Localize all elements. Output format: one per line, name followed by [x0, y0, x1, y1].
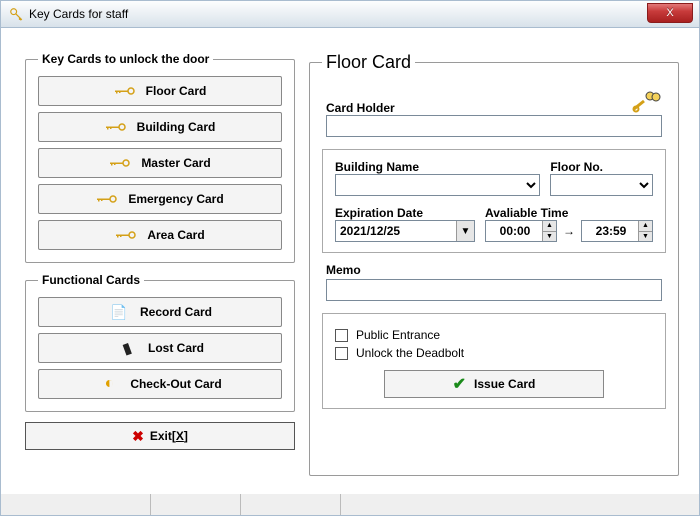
issue-card-button[interactable]: ✔ Issue Card: [384, 370, 604, 398]
public-entrance-checkbox[interactable]: [335, 329, 348, 342]
spin-up[interactable]: ▲: [638, 221, 652, 232]
card-holder-label: Card Holder: [326, 101, 395, 115]
public-entrance-label: Public Entrance: [356, 328, 440, 342]
unlock-deadbolt-checkbox[interactable]: [335, 347, 348, 360]
status-cell: [341, 494, 699, 515]
close-icon: X: [666, 7, 673, 19]
master-card-button[interactable]: Master Card: [38, 148, 282, 178]
memo-input[interactable]: [326, 279, 662, 301]
lost-icon: ▮: [114, 336, 140, 359]
status-cell: [241, 494, 341, 515]
floor-card-panel: Floor Card Card Holder Building Name: [309, 52, 679, 476]
record-icon: 📄: [108, 304, 130, 321]
close-button[interactable]: X: [647, 3, 693, 23]
group-functional: Functional Cards 📄 Record Card ▮ Lost Ca…: [25, 273, 295, 412]
people-key-icon: [630, 89, 662, 115]
spin-down[interactable]: ▼: [542, 232, 556, 242]
checkout-card-button[interactable]: ◐ Check-Out Card: [38, 369, 282, 399]
area-card-button[interactable]: Area Card: [38, 220, 282, 250]
status-cell: [151, 494, 241, 515]
checkout-icon: ◐: [98, 375, 120, 393]
status-bar: [0, 494, 700, 516]
floor-no-label: Floor No.: [550, 160, 653, 174]
lost-card-button[interactable]: ▮ Lost Card: [38, 333, 282, 363]
left-column: Key Cards to unlock the door Floor Card …: [25, 52, 295, 486]
building-name-label: Building Name: [335, 160, 540, 174]
options-issue-box: Public Entrance Unlock the Deadbolt ✔ Is…: [322, 313, 666, 409]
body: Key Cards to unlock the door Floor Card …: [0, 28, 700, 494]
window: Key Cards for staff X Key Cards to unloc…: [0, 0, 700, 516]
spin-up[interactable]: ▲: [542, 221, 556, 232]
available-time-label: Avaliable Time: [485, 206, 653, 220]
emergency-card-button[interactable]: Emergency Card: [38, 184, 282, 214]
group-unlock: Key Cards to unlock the door Floor Card …: [25, 52, 295, 263]
floor-card-button[interactable]: Floor Card: [38, 76, 282, 106]
button-label: Check-Out Card: [130, 377, 221, 391]
card-holder-input[interactable]: [326, 115, 662, 137]
window-title: Key Cards for staff: [29, 7, 128, 21]
key-icon: [114, 84, 136, 98]
key-icon: [96, 192, 118, 206]
key-icon: [105, 120, 127, 134]
panel-legend: Floor Card: [322, 52, 415, 73]
status-cell: [1, 494, 151, 515]
time-arrow-icon: →: [563, 224, 575, 238]
exit-button[interactable]: ✖ Exit[X]: [25, 422, 295, 450]
issue-card-label: Issue Card: [474, 377, 535, 391]
titlebar: Key Cards for staff X: [0, 0, 700, 28]
exit-label: Exit[X]: [150, 429, 188, 443]
button-label: Area Card: [147, 228, 204, 242]
button-label: Floor Card: [146, 84, 207, 98]
record-card-button[interactable]: 📄 Record Card: [38, 297, 282, 327]
button-label: Master Card: [141, 156, 210, 170]
check-icon: ✔: [453, 374, 466, 394]
button-label: Building Card: [137, 120, 216, 134]
building-floor-box: Building Name Floor No. Expiration Date: [322, 149, 666, 253]
exit-icon: ✖: [132, 428, 144, 445]
group-unlock-legend: Key Cards to unlock the door: [38, 52, 213, 66]
expiration-label: Expiration Date: [335, 206, 475, 220]
memo-label: Memo: [326, 263, 662, 277]
unlock-deadbolt-label: Unlock the Deadbolt: [356, 346, 464, 360]
floor-no-select[interactable]: [550, 174, 653, 196]
expiration-date-input[interactable]: [335, 220, 475, 242]
key-icon: [115, 228, 137, 242]
button-label: Emergency Card: [128, 192, 223, 206]
building-card-button[interactable]: Building Card: [38, 112, 282, 142]
right-column: Floor Card Card Holder Building Name: [309, 52, 679, 486]
button-label: Lost Card: [148, 341, 204, 355]
key-icon: [109, 156, 131, 170]
app-key-icon: [9, 7, 23, 21]
button-label: Record Card: [140, 305, 212, 319]
group-functional-legend: Functional Cards: [38, 273, 144, 287]
building-name-select[interactable]: [335, 174, 540, 196]
date-dropdown-button[interactable]: ▼: [456, 221, 474, 241]
spin-down[interactable]: ▼: [638, 232, 652, 242]
